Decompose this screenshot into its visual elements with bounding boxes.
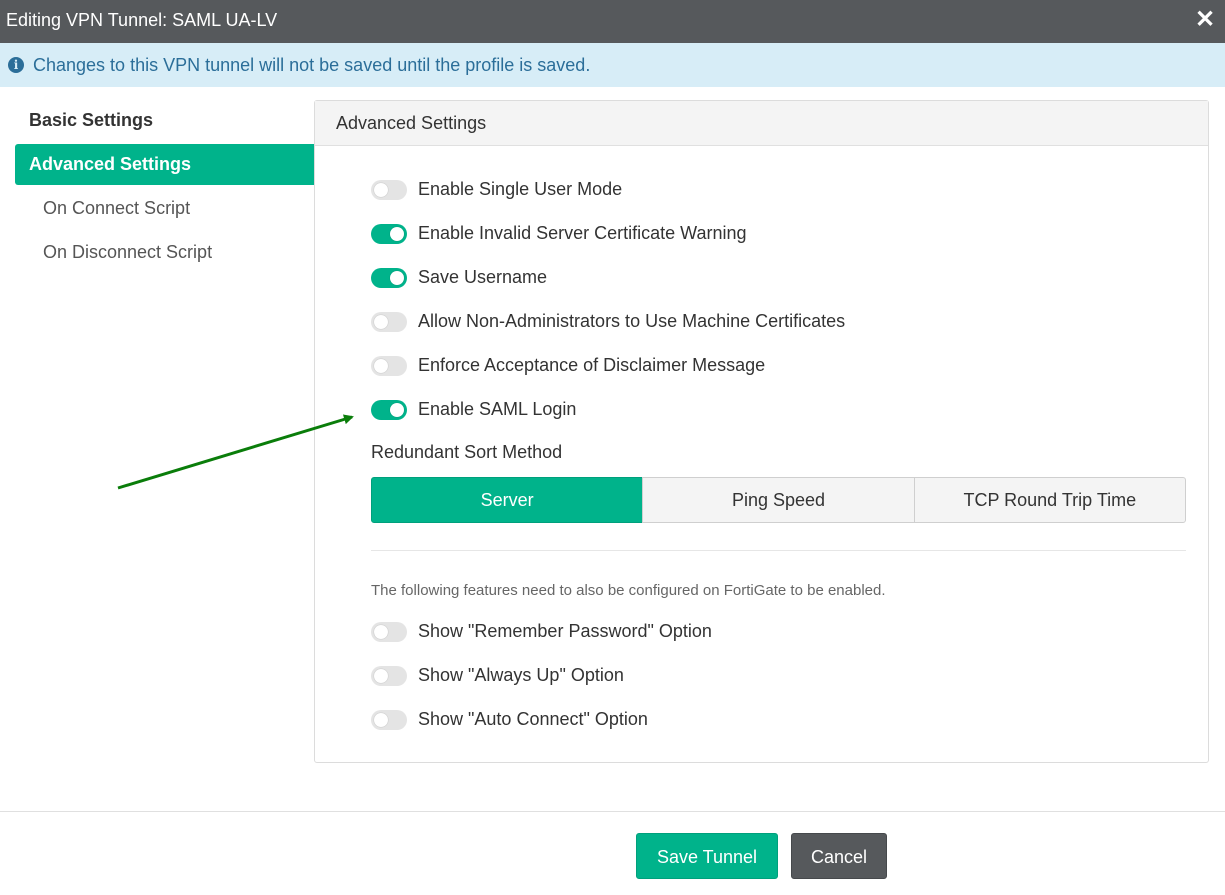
toggle-label: Save Username — [418, 267, 548, 287]
cancel-button[interactable]: Cancel — [791, 833, 887, 879]
toggle-knob — [374, 669, 388, 683]
footer-divider — [0, 811, 1225, 812]
save-tunnel-button[interactable]: Save Tunnel — [636, 833, 778, 879]
toggle-label: Enable Invalid Server Certificate Warnin… — [418, 223, 747, 243]
toggle-knob — [374, 713, 388, 727]
auto-connect-toggle[interactable] — [371, 710, 407, 730]
nav-on-connect-script[interactable]: On Connect Script — [15, 188, 314, 229]
window-title: Editing VPN Tunnel: SAML UA-LV — [6, 10, 278, 30]
invalid-cert-warning-toggle[interactable] — [371, 224, 407, 244]
sort-option-tcp-round-trip-time[interactable]: TCP Round Trip Time — [913, 477, 1186, 523]
save-username-toggle[interactable] — [371, 268, 407, 288]
window-titlebar: Editing VPN Tunnel: SAML UA-LV ✕ — [0, 0, 1225, 43]
disclaimer-message-toggle[interactable] — [371, 356, 407, 376]
redundant-sort-method-selector: Server Ping Speed TCP Round Trip Time — [371, 477, 1186, 523]
nav-basic-settings[interactable]: Basic Settings — [15, 100, 314, 141]
always-up-toggle[interactable] — [371, 666, 407, 686]
sort-option-ping-speed[interactable]: Ping Speed — [642, 477, 915, 523]
info-banner: i Changes to this VPN tunnel will not be… — [0, 43, 1225, 87]
info-icon: i — [8, 57, 24, 73]
sort-option-server[interactable]: Server — [371, 477, 644, 523]
settings-nav: Basic Settings Advanced Settings On Conn… — [15, 100, 314, 276]
info-message: Changes to this VPN tunnel will not be s… — [33, 55, 591, 75]
toggle-knob — [374, 359, 388, 373]
panel-title: Advanced Settings — [315, 101, 1208, 146]
toggle-label: Show "Always Up" Option — [418, 665, 624, 685]
section-divider — [371, 550, 1186, 551]
toggle-knob — [390, 403, 404, 417]
fortigate-note: The following features need to also be c… — [371, 582, 886, 599]
toggle-knob — [374, 315, 388, 329]
non-admin-machine-certs-toggle[interactable] — [371, 312, 407, 332]
advanced-settings-panel: Advanced Settings Enable Single User Mod… — [314, 100, 1209, 763]
single-user-mode-toggle[interactable] — [371, 180, 407, 200]
toggle-knob — [390, 271, 404, 285]
redundant-sort-method-label: Redundant Sort Method — [371, 442, 563, 462]
nav-advanced-settings[interactable]: Advanced Settings — [15, 144, 314, 185]
toggle-label: Show "Auto Connect" Option — [418, 709, 648, 729]
toggle-label: Enable SAML Login — [418, 399, 577, 419]
saml-login-toggle[interactable] — [371, 400, 407, 420]
remember-password-toggle[interactable] — [371, 622, 407, 642]
toggle-label: Show "Remember Password" Option — [418, 621, 712, 641]
toggle-label: Enable Single User Mode — [418, 179, 623, 199]
toggle-knob — [374, 625, 388, 639]
toggle-knob — [374, 183, 388, 197]
toggle-label: Enforce Acceptance of Disclaimer Message — [418, 355, 766, 375]
toggle-knob — [390, 227, 404, 241]
nav-on-disconnect-script[interactable]: On Disconnect Script — [15, 232, 314, 273]
toggle-label: Allow Non-Administrators to Use Machine … — [418, 311, 846, 331]
close-icon[interactable]: ✕ — [1191, 6, 1219, 34]
